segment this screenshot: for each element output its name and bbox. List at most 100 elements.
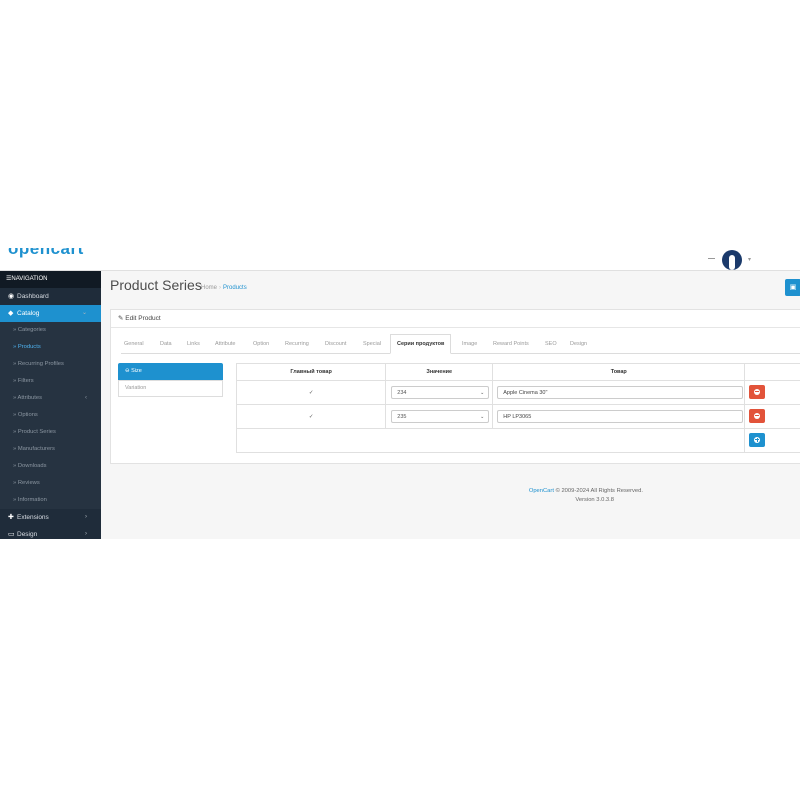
breadcrumb: Home › Products: [201, 285, 247, 291]
tab-recurring[interactable]: Recurring: [285, 335, 309, 353]
user-avatar[interactable]: [722, 250, 742, 270]
variant-label: Variation: [125, 385, 147, 391]
tab-product-series[interactable]: Серии продуктов: [390, 334, 452, 354]
select-value: 235: [397, 414, 407, 420]
chevron-right-icon: ›: [85, 531, 87, 537]
tab-links[interactable]: Links: [187, 335, 200, 353]
top-header: opencart ▾: [0, 248, 800, 271]
sidebar-item-downloads[interactable]: » Downloads: [0, 458, 101, 475]
main-product-checkbox[interactable]: ✓: [309, 414, 314, 420]
value-select[interactable]: 234 ⌄: [391, 386, 490, 399]
tab-general[interactable]: General: [124, 335, 144, 353]
value-select[interactable]: 235 ⌄: [391, 410, 490, 423]
variant-item-variation[interactable]: Variation: [118, 380, 223, 397]
chevron-down-icon: ⌄: [480, 414, 485, 420]
tab-attribute[interactable]: Attribute: [215, 335, 235, 353]
breadcrumb-separator: ›: [219, 285, 222, 291]
sidebar-item-manufacturers[interactable]: » Manufacturers: [0, 441, 101, 458]
tab-seo[interactable]: SEO: [545, 335, 557, 353]
chevron-down-icon: ⌄: [81, 310, 87, 316]
monitor-icon: ▭: [8, 531, 15, 538]
tab-image[interactable]: Image: [462, 335, 477, 353]
sidebar: ☰NAVIGATION ◉ Dashboard ◆ Catalog ⌄ » Cate…: [0, 271, 101, 539]
dashboard-icon: ◉: [8, 293, 15, 300]
version-text: Version 3.0.3.8: [575, 497, 614, 503]
sidebar-item-information[interactable]: » Information: [0, 492, 101, 509]
tab-data[interactable]: Data: [160, 335, 172, 353]
opencart-link[interactable]: OpenCart: [529, 488, 554, 494]
sidebar-item-product-series[interactable]: » Product Series: [0, 424, 101, 441]
sidebar-item-reviews[interactable]: » Reviews: [0, 475, 101, 492]
chevron-left-icon: ‹: [85, 395, 87, 401]
column-header-value: Значение: [385, 363, 494, 381]
product-input[interactable]: Apple Cinema 30": [497, 386, 744, 399]
chevron-down-icon: ⌄: [480, 390, 485, 396]
sidebar-item-filters[interactable]: » Filters: [0, 373, 101, 390]
puzzle-icon: ✚: [8, 514, 14, 521]
sidebar-item-design[interactable]: ▭ Design ›: [0, 526, 101, 539]
sidebar-item-label: Filters: [17, 378, 34, 384]
column-header-product: Товар: [492, 363, 746, 381]
sidebar-item-catalog[interactable]: ◆ Catalog ⌄: [0, 305, 101, 322]
sidebar-item-categories[interactable]: » Categories: [0, 322, 101, 339]
sidebar-item-dashboard[interactable]: ◉ Dashboard: [0, 288, 101, 305]
plus-circle-icon: [754, 436, 761, 443]
panel-title: Edit Product: [125, 315, 161, 322]
variant-item-size[interactable]: ⊖ Size: [118, 363, 223, 380]
panel-heading: ✎ Edit Product: [111, 310, 800, 328]
minus-circle-icon: [754, 412, 761, 419]
breadcrumb-home[interactable]: Home: [201, 285, 217, 291]
sidebar-item-extensions[interactable]: ✚ Extensions ›: [0, 509, 101, 526]
copyright-text: © 2009-2024 All Rights Reserved.: [555, 488, 643, 494]
sidebar-item-recurring-profiles[interactable]: » Recurring Profiles: [0, 356, 101, 373]
variant-label: Size: [131, 368, 142, 374]
sidebar-item-label: Catalog: [17, 310, 40, 317]
select-value: 234: [397, 390, 407, 396]
navigation-header[interactable]: ☰NAVIGATION: [0, 271, 101, 288]
tab-discount[interactable]: Discount: [325, 335, 346, 353]
tag-icon: ◆: [8, 310, 14, 317]
page-title: Product Series: [110, 277, 202, 293]
variant-list: ⊖ Size Variation: [118, 363, 223, 397]
sidebar-item-options[interactable]: » Options: [0, 407, 101, 424]
chevron-right-icon: ›: [85, 514, 87, 520]
sidebar-item-label: Manufacturers: [17, 446, 55, 452]
column-header-actions: [744, 363, 800, 381]
column-header-main-product: Главный товар: [235, 363, 387, 381]
product-input[interactable]: HP LP3065: [497, 410, 744, 423]
save-icon: ▣: [789, 284, 797, 291]
sidebar-item-label: Design: [17, 531, 38, 538]
opencart-logo[interactable]: opencart: [8, 248, 84, 259]
remove-row-button[interactable]: [749, 408, 766, 423]
tab-option[interactable]: Option: [253, 335, 269, 353]
breadcrumb-products[interactable]: Products: [223, 285, 247, 291]
remove-row-button[interactable]: [749, 384, 766, 399]
sidebar-item-products[interactable]: » Products: [0, 339, 101, 356]
sidebar-item-attributes[interactable]: » Attributes ‹: [0, 390, 101, 407]
minus-circle-icon: [754, 388, 761, 395]
tab-special[interactable]: Special: [363, 335, 381, 353]
sidebar-item-label: Product Series: [17, 429, 56, 435]
sidebar-item-label: Dashboard: [17, 293, 49, 300]
add-row-button[interactable]: [749, 432, 766, 447]
sidebar-item-label: Reviews: [17, 480, 40, 486]
table-header-row: Главный товар Значение Товар: [235, 363, 800, 381]
header-divider: [708, 258, 715, 259]
copyright-line: OpenCart © 2009-2024 All Rights Reserved…: [529, 487, 643, 496]
tab-reward-points[interactable]: Reward Points: [493, 335, 529, 353]
sidebar-item-label: Recurring Profiles: [17, 361, 64, 367]
edit-product-panel: ✎ Edit Product General Data Links Attrib…: [110, 309, 800, 464]
sidebar-item-label: Extensions: [17, 514, 49, 521]
table-footer-row: [235, 428, 800, 453]
main-product-checkbox[interactable]: ✓: [309, 390, 314, 396]
save-button[interactable]: ▣: [785, 279, 800, 296]
sidebar-item-label: Products: [17, 344, 41, 350]
table-row: ✓ 235 ⌄ HP LP3065: [235, 404, 800, 429]
tab-design[interactable]: Design: [570, 335, 587, 353]
sidebar-item-label: Downloads: [17, 463, 47, 469]
series-table: Главный товар Значение Товар ✓ 234 ⌄ Appl…: [235, 363, 800, 453]
sidebar-item-label: Attributes: [17, 395, 43, 401]
user-menu-caret-icon[interactable]: ▾: [748, 256, 751, 263]
sidebar-item-label: Categories: [17, 327, 46, 333]
app-window: opencart ▾ ☰NAVIGATION ◉ Dashboard ◆ Catal…: [0, 248, 800, 539]
